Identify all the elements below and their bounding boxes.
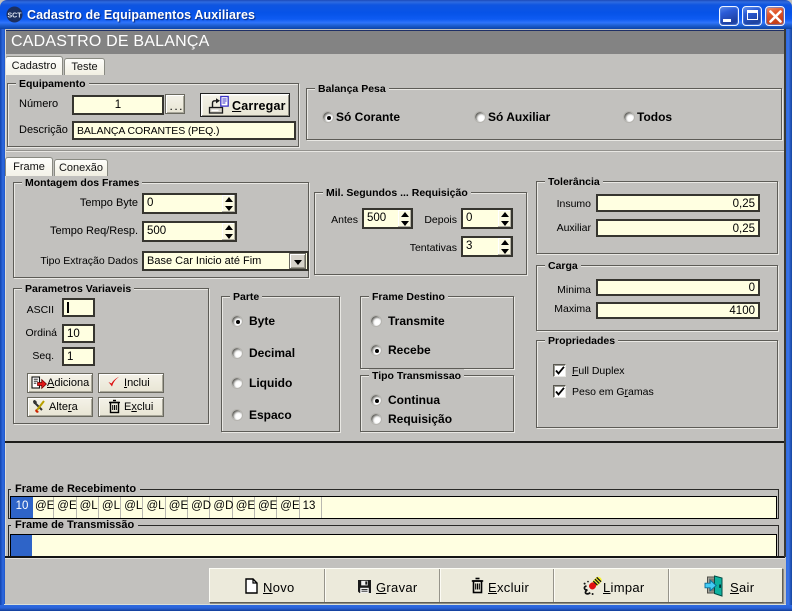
svg-text:SCT: SCT xyxy=(8,13,23,20)
